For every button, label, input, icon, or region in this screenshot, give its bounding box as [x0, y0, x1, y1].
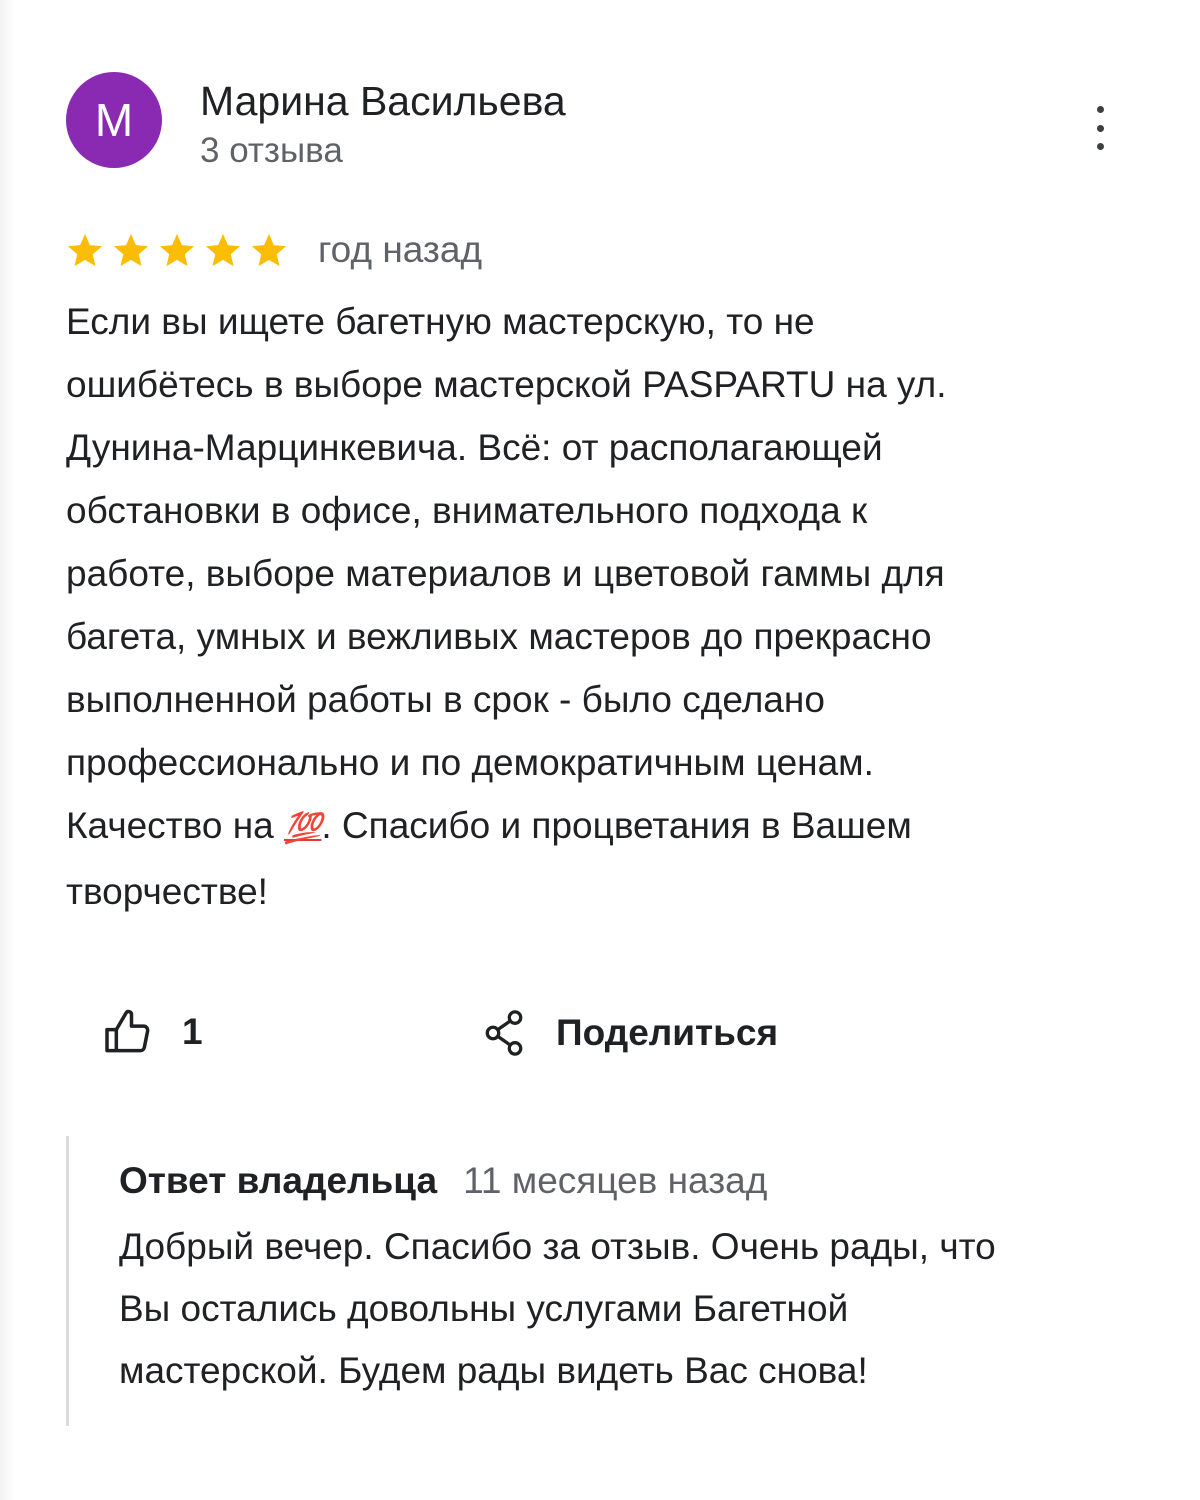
rating-row: год назад — [66, 222, 482, 278]
owner-reply-text: Добрый вечер. Спасибо за отзыв. Очень ра… — [119, 1226, 996, 1391]
star-icon — [67, 233, 103, 267]
review-text: Если вы ищете багетную мастерскую, то не… — [66, 290, 1146, 923]
star-icon — [205, 233, 241, 267]
share-label: Поделиться — [556, 1012, 779, 1053]
star-rating — [66, 231, 296, 269]
like-button[interactable]: 1 — [100, 1004, 203, 1060]
author-name[interactable]: Марина Васильева — [200, 76, 566, 126]
star-icon — [113, 233, 149, 267]
review-text-part-1: Если вы ищете багетную мастерскую, то не… — [66, 301, 947, 846]
avatar[interactable]: М — [66, 72, 162, 168]
share-button[interactable]: Поделиться — [482, 1006, 778, 1060]
star-icon — [251, 233, 287, 267]
like-count: 1 — [182, 1011, 203, 1052]
owner-reply-title: Ответ владельца — [119, 1160, 438, 1201]
thumbs-up-icon — [105, 1009, 150, 1053]
left-edge-shadow — [0, 0, 14, 1500]
more-options-button[interactable] — [1084, 106, 1116, 150]
hundred-points-emoji: 💯 — [284, 812, 322, 845]
author-review-count: 3 отзыва — [200, 131, 343, 170]
owner-reply: Ответ владельца 11 месяцев назад Добрый … — [66, 1136, 1149, 1426]
owner-reply-header: Ответ владельца 11 месяцев назад — [119, 1160, 767, 1202]
review-date: год назад — [318, 229, 483, 270]
review-card: М Марина Васильева 3 отзыва год назад Ес… — [0, 0, 1200, 1500]
share-icon — [485, 1010, 523, 1056]
owner-reply-date: 11 месяцев назад — [463, 1160, 768, 1201]
more-vertical-icon — [1096, 106, 1104, 113]
star-icon — [159, 233, 195, 267]
